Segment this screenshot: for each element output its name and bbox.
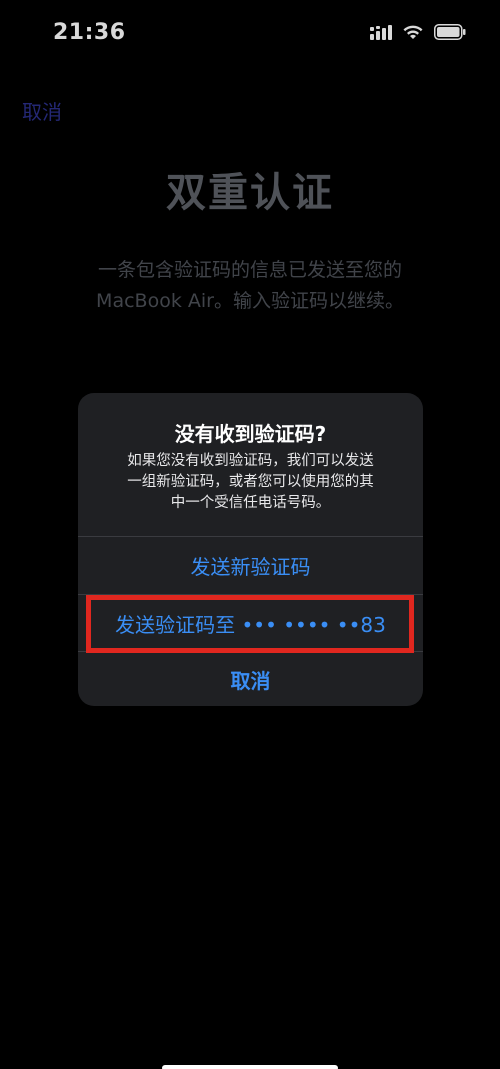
alert-message-line: 一组新验证码，或者您可以使用您的其 bbox=[127, 474, 374, 490]
alert-message-line: 如果您没有收到验证码，我们可以发送 bbox=[127, 453, 374, 469]
alert-cancel-button[interactable]: 取消 bbox=[78, 652, 423, 706]
alert-message-line: 中一个受信任电话号码。 bbox=[170, 495, 331, 511]
send-new-code-button[interactable]: 发送新验证码 bbox=[78, 537, 423, 594]
alert-message: 如果您没有收到验证码，我们可以发送 一组新验证码，或者您可以使用您的其 中一个受… bbox=[98, 451, 403, 514]
alert-title: 没有收到验证码? bbox=[174, 422, 327, 446]
highlight-box bbox=[86, 595, 414, 653]
home-indicator bbox=[162, 1065, 338, 1069]
alert-dialog: 没有收到验证码? 如果您没有收到验证码，我们可以发送 一组新验证码，或者您可以使… bbox=[78, 393, 423, 706]
